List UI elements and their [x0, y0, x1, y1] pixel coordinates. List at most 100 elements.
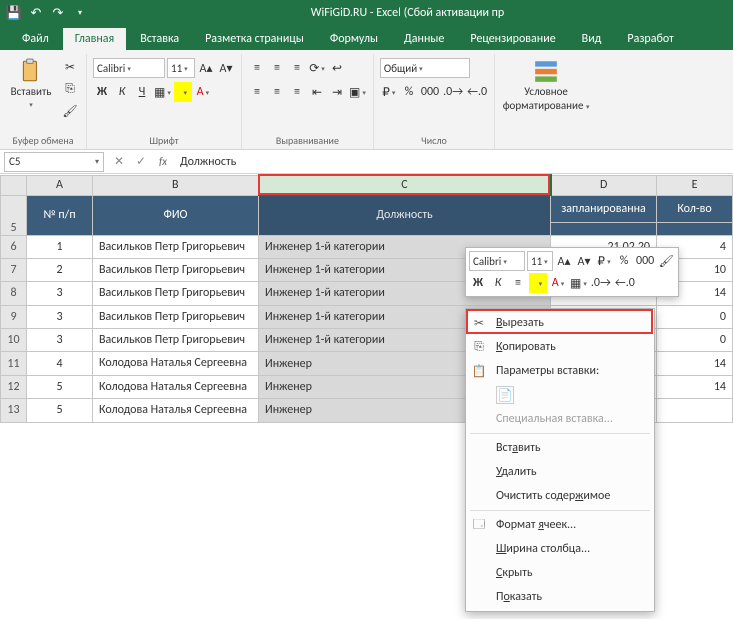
- col-header-C[interactable]: C: [259, 175, 551, 195]
- select-all-corner[interactable]: [1, 175, 27, 195]
- align-top-icon[interactable]: ≡: [248, 58, 266, 78]
- cell-num[interactable]: 4: [27, 352, 93, 375]
- cell-num[interactable]: 5: [27, 375, 93, 398]
- header-planned[interactable]: запланированна: [551, 195, 657, 222]
- align-bottom-icon[interactable]: ≡: [288, 58, 306, 78]
- menu-hide[interactable]: Скрыть: [466, 561, 654, 585]
- header-fio[interactable]: ФИО: [93, 195, 259, 235]
- increase-decimal-icon[interactable]: .0→: [442, 82, 464, 102]
- menu-show[interactable]: Показать: [466, 585, 654, 609]
- cell-num[interactable]: 2: [27, 258, 93, 281]
- menu-copy[interactable]: ⎘ Копировать: [466, 335, 654, 359]
- tab-pagelayout[interactable]: Разметка страницы: [193, 28, 316, 50]
- mini-comma-icon[interactable]: 000: [635, 251, 655, 271]
- col-header-A[interactable]: A: [27, 175, 93, 195]
- font-color-button[interactable]: A: [194, 82, 212, 102]
- underline-button[interactable]: Ч: [133, 82, 151, 102]
- decrease-indent-icon[interactable]: ⇤: [308, 82, 326, 102]
- italic-button[interactable]: К: [113, 82, 131, 102]
- conditional-formatting-button[interactable]: Условное форматирование ▾: [501, 54, 591, 112]
- cell-fio[interactable]: Васильков Петр Григорьевич: [93, 282, 259, 305]
- row-header[interactable]: 7: [1, 258, 27, 281]
- mini-increase-font-icon[interactable]: A▴: [555, 251, 573, 271]
- accounting-format-icon[interactable]: ₽: [380, 82, 398, 102]
- header-planned-sub[interactable]: [551, 222, 657, 235]
- mini-bold-button[interactable]: Ж: [469, 273, 487, 293]
- row-header[interactable]: 9: [1, 305, 27, 328]
- header-position[interactable]: Должность: [259, 195, 551, 235]
- tab-file[interactable]: Файл: [10, 28, 61, 50]
- row-header[interactable]: 8: [1, 282, 27, 305]
- paste-button[interactable]: Вставить ▾: [6, 54, 56, 109]
- menu-column-width[interactable]: Ширина столбца...: [466, 537, 654, 561]
- mini-accounting-icon[interactable]: ₽: [595, 251, 613, 271]
- save-icon[interactable]: 💾: [6, 5, 22, 21]
- mini-decrease-font-icon[interactable]: A▾: [575, 251, 593, 271]
- cell-fio[interactable]: Васильков Петр Григорьевич: [93, 235, 259, 258]
- menu-delete[interactable]: Удалить: [466, 460, 654, 484]
- mini-dec-decimal-icon[interactable]: ←.0: [614, 273, 636, 293]
- merge-icon[interactable]: ▣: [348, 82, 367, 102]
- mini-italic-button[interactable]: К: [489, 273, 507, 293]
- mini-fill-color-icon[interactable]: [529, 273, 547, 293]
- fill-color-button[interactable]: [174, 82, 192, 102]
- row-header[interactable]: 6: [1, 235, 27, 258]
- tab-formulas[interactable]: Формулы: [318, 28, 390, 50]
- increase-font-icon[interactable]: A▴: [197, 58, 215, 78]
- cell-fio[interactable]: Васильков Петр Григорьевич: [93, 305, 259, 328]
- bold-button[interactable]: Ж: [93, 82, 111, 102]
- row-header[interactable]: 12: [1, 375, 27, 398]
- cell-qty[interactable]: 0: [657, 329, 733, 352]
- font-size-select[interactable]: 11: [167, 58, 195, 78]
- row-header[interactable]: 10: [1, 329, 27, 352]
- header-qty[interactable]: Кол-во: [657, 195, 733, 222]
- decrease-decimal-icon[interactable]: ←.0: [466, 82, 488, 102]
- cancel-formula-icon[interactable]: ✕: [108, 154, 130, 169]
- cell-num[interactable]: 1: [27, 235, 93, 258]
- header-num[interactable]: № п/п: [27, 195, 93, 235]
- menu-clear[interactable]: Очистить содержимое: [466, 484, 654, 508]
- mini-align-icon[interactable]: ≡: [509, 273, 527, 293]
- tab-home[interactable]: Главная: [63, 28, 126, 50]
- tab-insert[interactable]: Вставка: [128, 28, 191, 50]
- cell-qty[interactable]: [657, 399, 733, 422]
- formula-bar[interactable]: Должность: [174, 155, 733, 169]
- row-header[interactable]: 5: [1, 195, 27, 235]
- cell-fio[interactable]: Колодова Наталья Сергеевна: [93, 375, 259, 398]
- cell-num[interactable]: 3: [27, 305, 93, 328]
- mini-font-color-icon[interactable]: A: [549, 273, 567, 293]
- header-qty-sub[interactable]: [657, 222, 733, 235]
- cell-num[interactable]: 5: [27, 399, 93, 422]
- tab-developer[interactable]: Разработ: [615, 28, 685, 50]
- wrap-text-icon[interactable]: ↩: [328, 58, 346, 78]
- decrease-font-icon[interactable]: A▾: [217, 58, 235, 78]
- percent-format-icon[interactable]: %: [400, 82, 418, 102]
- mini-format-painter-icon[interactable]: 🖌: [657, 251, 675, 271]
- copy-icon[interactable]: ⎘: [60, 80, 80, 98]
- col-header-D[interactable]: D: [551, 175, 657, 195]
- menu-format-cells[interactable]: 🗔 Формат ячеек...: [466, 513, 654, 537]
- tab-view[interactable]: Вид: [570, 28, 614, 50]
- cell-fio[interactable]: Васильков Петр Григорьевич: [93, 258, 259, 281]
- col-header-E[interactable]: E: [657, 175, 733, 195]
- undo-icon[interactable]: ↶: [28, 5, 44, 21]
- menu-insert[interactable]: Вставить: [466, 436, 654, 460]
- tab-review[interactable]: Рецензирование: [458, 28, 567, 50]
- cell-qty[interactable]: 0: [657, 305, 733, 328]
- redo-icon[interactable]: ↷: [50, 5, 66, 21]
- cell-qty[interactable]: 14: [657, 375, 733, 398]
- tab-data[interactable]: Данные: [392, 28, 456, 50]
- worksheet-grid[interactable]: A B C D E 5 № п/п ФИО Должность запланир…: [0, 174, 733, 619]
- border-button[interactable]: ▦: [153, 82, 172, 102]
- font-name-select[interactable]: Calibri: [93, 58, 165, 78]
- cell-num[interactable]: 3: [27, 329, 93, 352]
- cell-fio[interactable]: Васильков Петр Григорьевич: [93, 329, 259, 352]
- qat-customize-icon[interactable]: ▾: [72, 5, 88, 21]
- col-header-B[interactable]: B: [93, 175, 259, 195]
- cell-fio[interactable]: Колодова Наталья Сергеевна: [93, 352, 259, 375]
- number-format-select[interactable]: Общий: [380, 58, 470, 78]
- menu-paste-option-default[interactable]: 📄: [466, 383, 654, 407]
- name-box[interactable]: C5 ▾: [4, 152, 104, 172]
- mini-inc-decimal-icon[interactable]: .0→: [590, 273, 612, 293]
- menu-cut[interactable]: ✂ Вырезать: [466, 311, 654, 335]
